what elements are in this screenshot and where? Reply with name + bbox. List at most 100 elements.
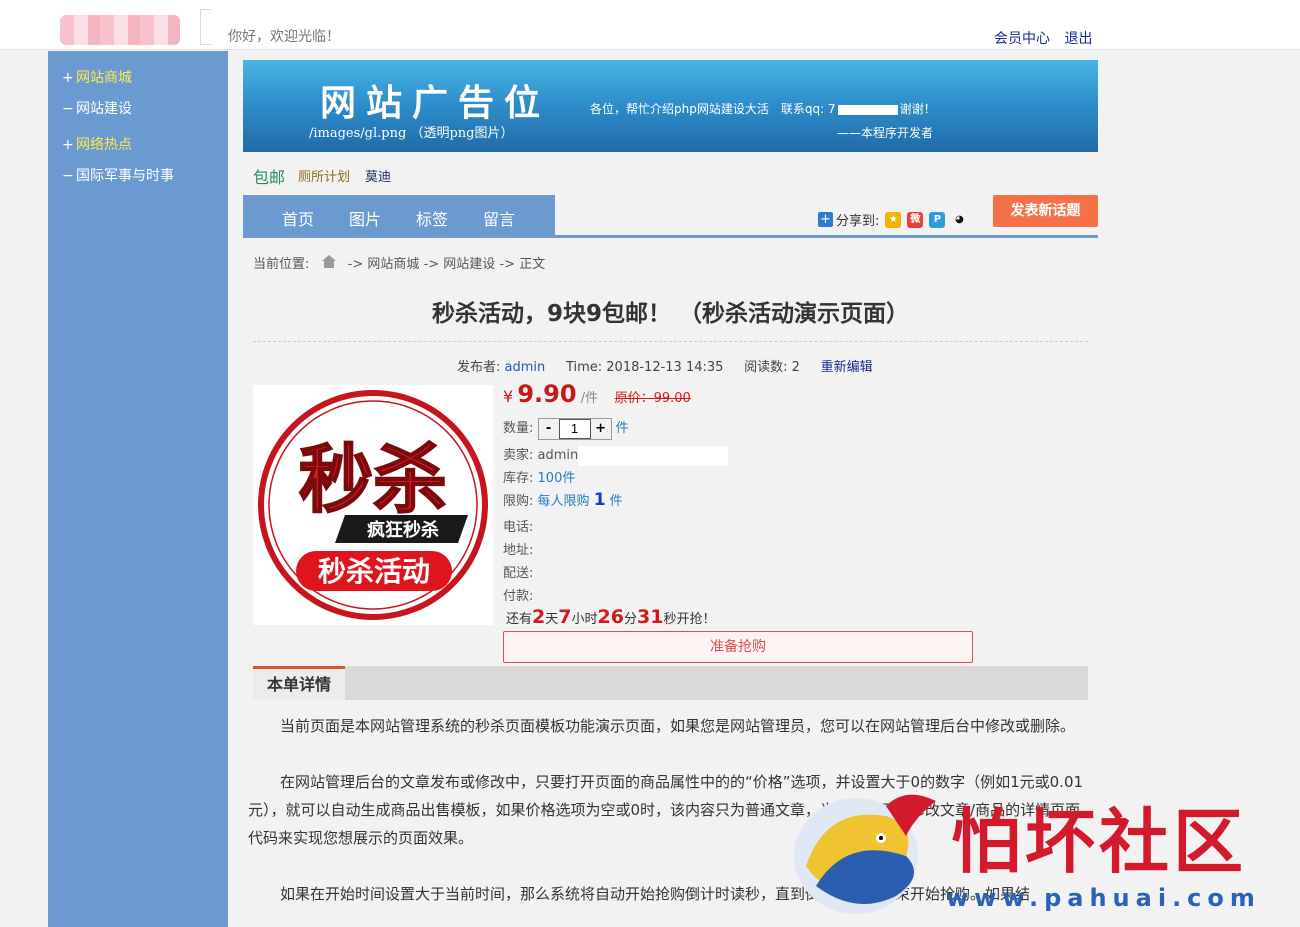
share-bar: + 分享到: ★ 微 P ◕ (818, 210, 968, 229)
member-center-link[interactable]: 会员中心 (994, 31, 1050, 47)
nav-home[interactable]: 首页 (282, 206, 314, 230)
sidebar-item-label: 国际军事与时事 (76, 168, 174, 184)
divider (200, 9, 212, 45)
seller-label: 卖家: (503, 448, 534, 463)
post-new-topic-button[interactable]: 发表新话题 (993, 195, 1098, 227)
sidebar-item-label: 网络热点 (76, 137, 132, 153)
share-label: 分享到: (836, 214, 880, 229)
top-links: 会员中心 退出 (994, 28, 1102, 48)
limit-text: 每人限购 (537, 494, 590, 509)
tag-modi[interactable]: 莫迪 (365, 166, 391, 185)
nav-guestbook[interactable]: 留言 (483, 206, 515, 230)
breadcrumb-current: 正文 (519, 257, 546, 272)
top-bar: 你好，欢迎光临！ 会员中心 退出 (0, 0, 1300, 50)
detail-paragraph: 当前页面是本网站管理系统的秒杀页面模板功能演示页面，如果您是网站管理员，您可以在… (280, 717, 1076, 735)
qq-icon[interactable]: ◕ (951, 211, 968, 228)
views-count: 2 (791, 360, 800, 375)
badge-main-text: 秒杀 (299, 437, 447, 523)
home-icon[interactable] (320, 255, 338, 269)
sidebar-item-web-building[interactable]: − 网站建设 (62, 98, 132, 118)
phone-label: 电话: (503, 520, 534, 535)
stock-value: 100件 (537, 471, 576, 486)
sidebar-item-label: 网站商城 (76, 70, 132, 86)
redaction (837, 104, 898, 115)
quantity-input[interactable] (558, 418, 591, 439)
publisher-name[interactable]: admin (505, 360, 546, 375)
banner-path: /images/gl.png （透明png图片） (309, 126, 514, 141)
redaction (578, 445, 729, 466)
nav-tags[interactable]: 标签 (416, 206, 448, 230)
sidebar-item-mall[interactable]: + 网站商城 (62, 67, 132, 87)
limit-number: 1 (593, 490, 606, 510)
main-nav: 首页 图片 标签 留言 (243, 195, 555, 235)
countdown-days: 2 (532, 606, 546, 628)
badge-sub-text: 疯狂秒杀 (367, 519, 439, 541)
fish-logo-icon (794, 794, 936, 914)
tab-order-details[interactable]: 本单详情 (253, 666, 345, 700)
stock-label: 库存: (503, 471, 534, 486)
price-unit: /件 (580, 391, 599, 406)
breadcrumb-prefix: 当前位置: (253, 257, 310, 272)
countdown-seconds-unit: 秒开抢！ (663, 612, 716, 627)
views-label: 阅读数: (744, 360, 788, 375)
limit-label: 限购: (503, 494, 534, 509)
seckill-badge: 秒杀 疯狂秒杀 秒杀活动 (257, 389, 489, 621)
tencent-weibo-icon[interactable]: P (929, 211, 946, 228)
sidebar-item-hot-topics[interactable]: + 网络热点 (62, 134, 132, 154)
sidebar: + 网站商城 − 网站建设 + 网络热点 − 国际军事与时事 (48, 51, 228, 927)
prepare-buy-button[interactable]: 准备抢购 (503, 631, 973, 663)
qty-plus-button[interactable]: + (591, 419, 611, 439)
banner-note-suffix: 谢谢！ (899, 102, 936, 116)
tag-toilet-plan[interactable]: 厕所计划 (298, 166, 350, 185)
nav-images[interactable]: 图片 (349, 206, 381, 230)
logout-link[interactable]: 退出 (1064, 31, 1092, 47)
site-logo[interactable] (60, 15, 180, 45)
qzone-icon[interactable]: ★ (885, 211, 902, 228)
tag-free-shipping[interactable]: 包邮 (253, 164, 285, 188)
banner-note: 各位，帮忙介绍php网站建设大活 联系qq: 7 谢谢！ (590, 100, 936, 117)
sidebar-item-military[interactable]: − 国际军事与时事 (62, 165, 174, 185)
delivery-label: 配送: (503, 566, 534, 581)
address-label: 地址: (503, 543, 534, 558)
watermark-url: www.pahuai.com (946, 884, 1261, 912)
reedit-link[interactable]: 重新编辑 (821, 360, 873, 375)
qty-minus-button[interactable]: - (539, 419, 559, 439)
price: 9.90 (517, 380, 577, 408)
detail-tab-bar: 本单详情 (253, 666, 1088, 700)
collapse-icon: − (62, 101, 74, 117)
countdown-minutes: 26 (597, 606, 624, 628)
countdown-prefix: 还有 (506, 612, 533, 627)
qty-label: 数量: (503, 421, 534, 436)
publish-time: 2018-12-13 14:35 (606, 360, 724, 375)
countdown: 还有2天7小时26分31秒开抢！ (506, 606, 715, 628)
divider (253, 341, 1088, 342)
ad-banner[interactable]: 网站广告位 /images/gl.png （透明png图片） 各位，帮忙介绍ph… (243, 60, 1098, 152)
watermark-text: 怕坏社区 (951, 801, 1247, 883)
article-title: 秒杀活动，9块9包邮！ （秒杀活动演示页面） (431, 301, 909, 327)
breadcrumb-web-building[interactable]: 网站建设 (443, 257, 495, 272)
badge-event-text: 秒杀活动 (318, 555, 430, 588)
weibo-icon[interactable]: 微 (907, 211, 924, 228)
sidebar-item-label: 网站建设 (76, 101, 132, 117)
nav-underline (243, 235, 1098, 238)
countdown-hours: 7 (558, 606, 572, 628)
publisher-label: 发布者: (457, 360, 501, 375)
welcome-text: 你好，欢迎光临！ (228, 29, 340, 45)
original-price: 原价：99.00 (614, 391, 691, 406)
breadcrumb-sep: -> (347, 257, 364, 272)
countdown-days-unit: 天 (545, 612, 559, 627)
breadcrumb-mall[interactable]: 网站商城 (367, 257, 419, 272)
watermark: 怕坏社区 www.pahuai.com (786, 776, 1286, 927)
breadcrumb-sep: -> (499, 257, 516, 272)
share-plus-icon[interactable]: + (818, 212, 833, 227)
countdown-seconds: 31 (636, 606, 664, 628)
banner-author: ——本程序开发者 (837, 126, 934, 140)
expand-icon: + (62, 137, 74, 153)
collapse-icon: − (62, 168, 74, 184)
quantity-stepper: - + (537, 417, 612, 440)
breadcrumb-sep: -> (423, 257, 440, 272)
banner-note-prefix: 各位，帮忙介绍php网站建设大活 联系qq: 7 (590, 102, 836, 116)
countdown-minutes-unit: 分 (623, 612, 637, 627)
banner-title: 网站广告位 (320, 82, 551, 124)
qty-unit: 件 (615, 421, 629, 436)
